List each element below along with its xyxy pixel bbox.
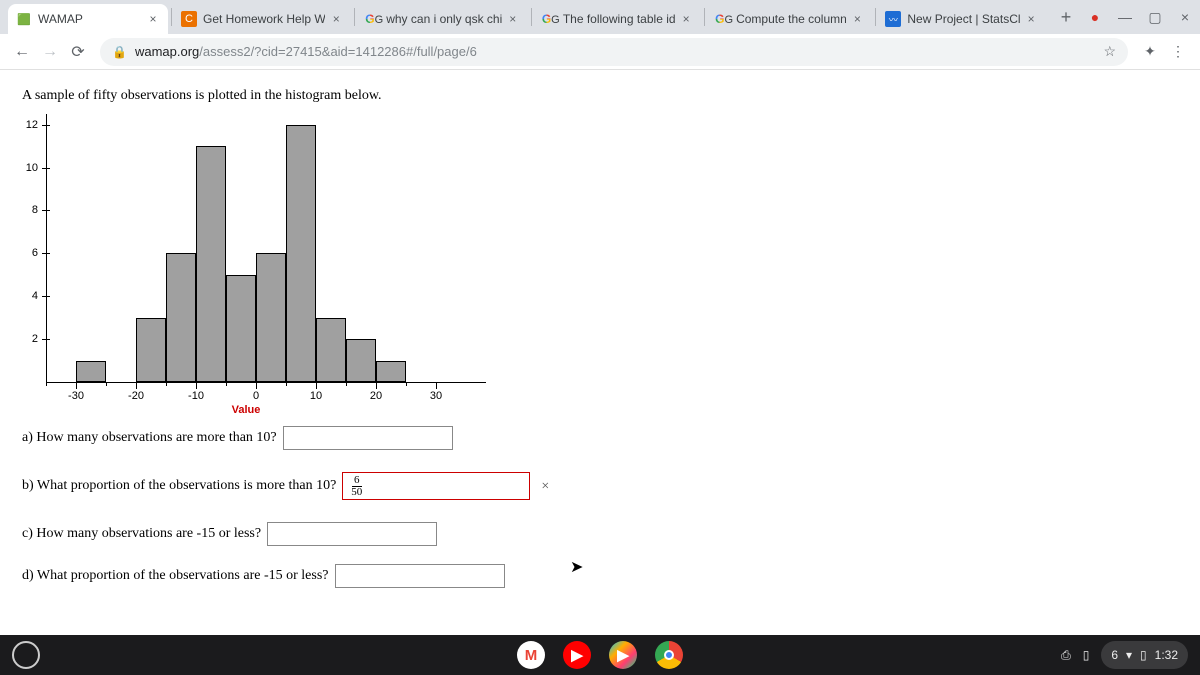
favicon-google: G <box>364 11 380 27</box>
tab-chegg[interactable]: C Get Homework Help W × <box>173 4 351 34</box>
fraction-numerator: 6 <box>352 475 362 487</box>
tab-google-3[interactable]: G Compute the column × <box>706 4 872 34</box>
close-icon[interactable]: × <box>146 12 160 26</box>
browser-tabstrip: 🟩 WAMAP × C Get Homework Help W × G why … <box>0 0 1200 34</box>
tab-title: why can i only qsk chi <box>386 12 502 26</box>
chromeos-shelf: M ▶ ▶ ⎙ ▯ 6 ▾ ▯ 1:32 <box>0 635 1200 675</box>
question-b-text: b) What proportion of the observations i… <box>22 478 336 494</box>
wifi-icon: ▾ <box>1126 648 1132 662</box>
answer-b-input[interactable]: 6 50 × <box>342 472 530 500</box>
question-d-text: d) What proportion of the observations a… <box>22 568 329 584</box>
answer-c-input[interactable] <box>267 522 437 546</box>
system-tray[interactable]: ⎙ ▯ 6 ▾ ▯ 1:32 <box>1061 641 1188 669</box>
chrome-icon[interactable] <box>655 641 683 669</box>
histogram-bar <box>136 318 166 382</box>
histogram-chart: 24681012-30-20-100102030Value <box>16 114 476 404</box>
avatar-icon[interactable]: ● <box>1080 2 1110 32</box>
tab-google-1[interactable]: G why can i only qsk chi × <box>356 4 528 34</box>
histogram-bar <box>376 361 406 382</box>
notification-count: 6 <box>1111 648 1118 662</box>
question-b: b) What proportion of the observations i… <box>22 472 1178 500</box>
x-axis-title: Value <box>16 404 476 416</box>
browser-toolbar: ← → ⟳ 🔒 wamap.org/assess2/?cid=27415&aid… <box>0 34 1200 70</box>
extensions-icon[interactable]: ✦ <box>1136 38 1164 66</box>
url-domain: wamap.org <box>135 44 199 59</box>
tab-statscloud[interactable]: 〰 New Project | StatsCl × <box>877 4 1046 34</box>
reload-button[interactable]: ⟳ <box>64 38 92 66</box>
menu-icon[interactable]: ⋮ <box>1164 38 1192 66</box>
question-a-text: a) How many observations are more than 1… <box>22 430 277 446</box>
question-a: a) How many observations are more than 1… <box>22 426 1178 450</box>
tab-title: The following table id <box>563 12 675 26</box>
question-d: d) What proportion of the observations a… <box>22 564 1178 588</box>
close-icon[interactable]: × <box>1024 12 1038 26</box>
youtube-icon[interactable]: ▶ <box>563 641 591 669</box>
battery-icon: ▯ <box>1140 648 1147 662</box>
close-icon[interactable]: × <box>679 12 693 26</box>
tab-title: Compute the column <box>736 12 846 26</box>
lock-icon: 🔒 <box>112 45 127 59</box>
gmail-icon[interactable]: M <box>517 641 545 669</box>
histogram-bar <box>76 361 106 382</box>
tab-title: WAMAP <box>38 12 142 26</box>
favicon-google: G <box>541 11 557 27</box>
maximize-button[interactable]: ▢ <box>1140 2 1170 32</box>
favicon-wamap: 🟩 <box>16 11 32 27</box>
histogram-bar <box>316 318 346 382</box>
favicon-stats: 〰 <box>885 11 901 27</box>
answer-d-input[interactable] <box>335 564 505 588</box>
histogram-bar <box>286 125 316 382</box>
question-c: c) How many observations are -15 or less… <box>22 522 1178 546</box>
clock: 1:32 <box>1155 648 1178 662</box>
window-controls: ● — ▢ × <box>1080 0 1200 34</box>
phone-icon[interactable]: ▯ <box>1083 648 1090 662</box>
histogram-bar <box>256 253 286 382</box>
fraction-denominator: 50 <box>349 487 364 498</box>
page-content: A sample of fifty observations is plotte… <box>0 70 1200 606</box>
favicon-chegg: C <box>181 11 197 27</box>
forward-button[interactable]: → <box>36 38 64 66</box>
tab-title: New Project | StatsCl <box>907 12 1020 26</box>
tab-google-2[interactable]: G The following table id × <box>533 4 701 34</box>
address-bar[interactable]: 🔒 wamap.org/assess2/?cid=27415&aid=14122… <box>100 38 1128 66</box>
close-window-button[interactable]: × <box>1170 2 1200 32</box>
back-button[interactable]: ← <box>8 38 36 66</box>
minimize-button[interactable]: — <box>1110 2 1140 32</box>
histogram-bar <box>166 253 196 382</box>
shelf-apps: M ▶ ▶ <box>517 641 683 669</box>
cast-icon[interactable]: ⎙ <box>1061 648 1071 663</box>
close-icon[interactable]: × <box>506 12 520 26</box>
play-icon[interactable]: ▶ <box>609 641 637 669</box>
tab-title: Get Homework Help W <box>203 12 325 26</box>
question-c-text: c) How many observations are -15 or less… <box>22 526 261 542</box>
question-intro: A sample of fifty observations is plotte… <box>22 88 1178 104</box>
favicon-google: G <box>714 11 730 27</box>
bookmark-icon[interactable]: ☆ <box>1103 43 1116 60</box>
new-tab-button[interactable]: + <box>1052 3 1080 31</box>
tab-wamap[interactable]: 🟩 WAMAP × <box>8 4 168 34</box>
answer-a-input[interactable] <box>283 426 453 450</box>
clear-icon[interactable]: × <box>541 479 549 495</box>
url-path: /assess2/?cid=27415&aid=1412286#/full/pa… <box>199 44 477 59</box>
launcher-button[interactable] <box>12 641 40 669</box>
histogram-bar <box>226 275 256 382</box>
histogram-bar <box>196 146 226 382</box>
status-pill[interactable]: 6 ▾ ▯ 1:32 <box>1101 641 1188 669</box>
close-icon[interactable]: × <box>329 12 343 26</box>
histogram-bar <box>346 339 376 382</box>
close-icon[interactable]: × <box>850 12 864 26</box>
